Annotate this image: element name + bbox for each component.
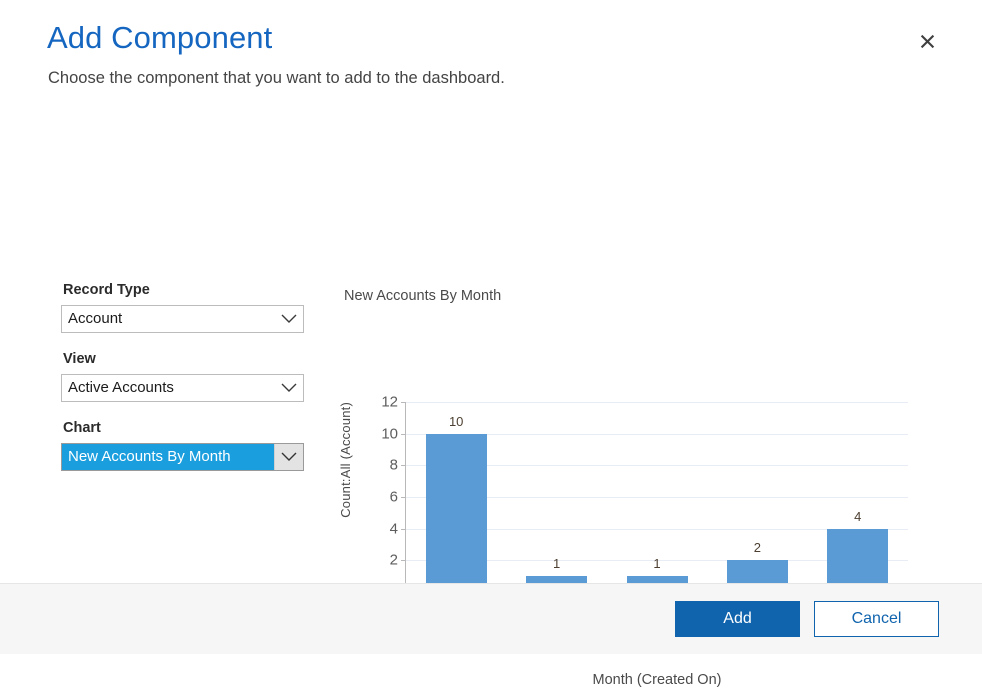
y-axis-tick-label: 10 (364, 426, 398, 441)
chart-value: New Accounts By Month (62, 444, 274, 470)
y-axis-tick (401, 529, 406, 530)
close-icon (920, 34, 935, 49)
y-axis-tick-group: 4 (358, 529, 398, 530)
chevron-down-icon (275, 375, 303, 401)
dialog-header: Add Component Choose the component that … (0, 0, 982, 90)
page-title: Add Component (47, 18, 938, 58)
add-component-dialog: Add Component Choose the component that … (0, 0, 982, 654)
add-button[interactable]: Add (675, 601, 800, 637)
y-axis-tick (401, 497, 406, 498)
chevron-down-icon[interactable] (274, 444, 303, 470)
y-axis-tick-label: 6 (364, 490, 398, 505)
y-axis-tick-label: 8 (364, 458, 398, 473)
bar-value-label: 2 (727, 541, 787, 554)
dialog-body: Record Type Account View Active Accounts (0, 90, 982, 654)
chart-canvas: 02468101210Aug 20131Apr 20161Jan 20172Ju… (406, 402, 908, 592)
record-type-label: Record Type (63, 280, 304, 300)
view-value: Active Accounts (62, 375, 275, 401)
gridline (406, 402, 908, 403)
y-axis-tick-group: 2 (358, 560, 398, 561)
y-axis-tick (401, 434, 406, 435)
close-button[interactable] (914, 28, 940, 54)
bar-value-label: 4 (828, 510, 888, 523)
chart-title: New Accounts By Month (344, 286, 942, 306)
y-axis-tick-group: 6 (358, 497, 398, 498)
view-label: View (63, 349, 304, 369)
y-axis-tick-group: 8 (358, 465, 398, 466)
chart-label: Chart (63, 418, 304, 438)
y-axis-tick (401, 560, 406, 561)
record-type-select[interactable]: Account (61, 305, 304, 333)
y-axis-title: Count:All (Account) (338, 402, 354, 518)
component-form: Record Type Account View Active Accounts (61, 280, 304, 473)
chevron-down-icon (275, 306, 303, 332)
record-type-value: Account (62, 306, 275, 332)
y-axis-tick-group: 10 (358, 434, 398, 435)
chart-bar[interactable] (426, 434, 487, 592)
dialog-subtitle: Choose the component that you want to ad… (48, 66, 938, 90)
y-axis-tick-label: 2 (364, 553, 398, 568)
dialog-footer: Add Cancel (0, 583, 982, 654)
bar-value-label: 1 (627, 557, 687, 570)
y-axis-tick-group: 12 (358, 402, 398, 403)
x-axis-title: Month (Created On) (406, 672, 908, 688)
y-axis-tick-label: 12 (364, 395, 398, 410)
bar-value-label: 1 (527, 557, 587, 570)
bar-value-label: 10 (426, 415, 486, 428)
y-axis-tick (401, 402, 406, 403)
cancel-button[interactable]: Cancel (814, 601, 939, 637)
view-select[interactable]: Active Accounts (61, 374, 304, 402)
y-axis-tick (401, 465, 406, 466)
chart-select[interactable]: New Accounts By Month (61, 443, 304, 471)
y-axis-tick-label: 4 (364, 521, 398, 536)
